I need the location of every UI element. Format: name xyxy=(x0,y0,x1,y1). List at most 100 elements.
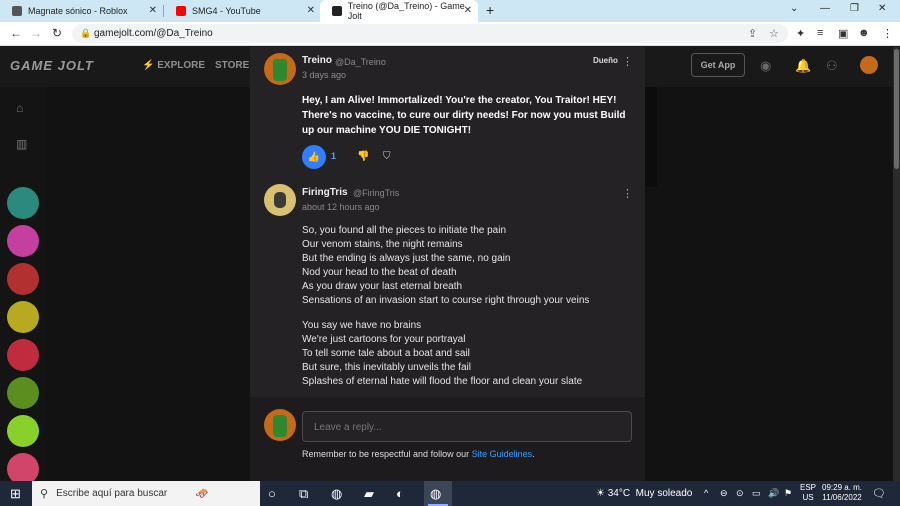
reply-timestamp[interactable]: about 12 hours ago xyxy=(302,202,380,212)
gamejolt-page: GAME JOLT ⚡ EXPLORE STORE Get App ◉ 🔔 ⚇ … xyxy=(0,47,900,485)
reading-list-icon[interactable]: ≡ xyxy=(817,27,823,39)
nav-explore[interactable]: ⚡ EXPLORE xyxy=(142,60,205,71)
reply-line: We're just cartoons for your portrayal xyxy=(302,334,466,345)
close-window-icon[interactable]: ✕ xyxy=(878,3,886,14)
edge-icon[interactable]: ◐ xyxy=(396,486,404,501)
composer-avatar xyxy=(264,409,296,441)
guidelines-note: Remember to be respectful and follow our… xyxy=(302,449,535,459)
side-panel-icon[interactable]: ▣ xyxy=(838,27,848,40)
input-language[interactable]: ESP US xyxy=(800,483,816,503)
reply-author-avatar[interactable] xyxy=(264,184,296,216)
forward-icon[interactable]: → xyxy=(30,26,42,40)
battery-icon[interactable]: ▭ xyxy=(752,488,761,499)
keyboard-layout: US xyxy=(802,493,814,502)
friends-icon[interactable]: ⚇ xyxy=(826,58,838,74)
tab-gamejolt[interactable]: Treino (@Da_Treino) - Game Jolt ✕ xyxy=(320,0,478,22)
weather-widget[interactable]: ☀ 34°C Muy soleado xyxy=(596,488,692,499)
tab-roblox[interactable]: Magnate sónico - Roblox ✕ xyxy=(0,0,163,22)
author-avatar[interactable] xyxy=(264,53,296,85)
bookmark-star-icon[interactable]: ☆ xyxy=(769,27,779,40)
community-icon[interactable] xyxy=(7,415,39,447)
reply-line: As you draw your last eternal breath xyxy=(302,281,463,292)
weather-text: Muy soleado xyxy=(635,488,693,499)
chrome-active-icon[interactable]: ◍ xyxy=(430,486,441,502)
system-clock[interactable]: 09:29 a. m. 11/06/2022 xyxy=(822,483,862,503)
address-toolbar: ← → ↻ 🔒 gamejolt.com/@Da_Treino ⇪ ☆ ✦ ≡ … xyxy=(0,22,900,46)
search-icon: ⚲ xyxy=(40,488,49,500)
reply-input[interactable]: Leave a reply... xyxy=(302,411,632,442)
share-icon[interactable]: ⇪ xyxy=(748,27,757,40)
file-explorer-icon[interactable]: ▰ xyxy=(364,486,374,502)
url-text[interactable]: gamejolt.com/@Da_Treino xyxy=(94,28,213,39)
community-icon[interactable] xyxy=(7,263,39,295)
close-tab-icon[interactable]: ✕ xyxy=(464,5,472,16)
community-icon[interactable] xyxy=(7,339,39,371)
extensions-icon[interactable]: ✦ xyxy=(796,27,805,40)
avatar-figure xyxy=(273,59,287,81)
site-guidelines-link[interactable]: Site Guidelines xyxy=(472,449,533,459)
user-avatar-icon[interactable] xyxy=(860,56,878,74)
like-count[interactable]: 1 xyxy=(331,151,336,161)
reply-author-handle[interactable]: @FiringTris xyxy=(353,188,399,198)
tab-youtube[interactable]: SMG4 - YouTube ✕ xyxy=(164,0,321,22)
nav-store[interactable]: STORE xyxy=(215,60,249,71)
new-tab-icon[interactable]: + xyxy=(486,2,494,18)
collections-icon[interactable]: ▥ xyxy=(16,137,27,151)
tab-search-icon[interactable]: ⌄ xyxy=(790,3,798,14)
scrollbar-thumb[interactable] xyxy=(894,49,899,169)
library-icon[interactable]: ⌂ xyxy=(16,101,23,115)
post-author-name[interactable]: Treino xyxy=(302,55,332,66)
post-timestamp[interactable]: 3 days ago xyxy=(302,70,346,80)
back-icon[interactable]: ← xyxy=(10,26,22,40)
reply-line: But sure, this inevitably unveils the fa… xyxy=(302,362,471,373)
tab-title: Magnate sónico - Roblox xyxy=(28,6,128,16)
volume-icon[interactable]: 🔊 xyxy=(768,488,779,499)
chrome-icon[interactable]: ◍ xyxy=(331,486,342,502)
tray-app-icon[interactable]: ⊙ xyxy=(736,488,744,499)
restore-icon[interactable]: ❐ xyxy=(850,3,859,14)
reply-line: So, you found all the pieces to initiate… xyxy=(302,225,507,236)
community-icon[interactable] xyxy=(7,187,39,219)
task-view-icon[interactable]: ⧉ xyxy=(299,486,308,502)
profile-avatar-icon[interactable]: ☻ xyxy=(858,27,870,39)
temperature: 34°C xyxy=(607,488,631,499)
tray-overflow-icon[interactable]: ^ xyxy=(704,488,708,498)
community-icon[interactable] xyxy=(7,377,39,409)
notification-center-icon[interactable]: 🗨 xyxy=(872,487,886,500)
like-button[interactable]: 👍 xyxy=(302,145,326,169)
search-placeholder: Escribe aquí para buscar xyxy=(56,488,168,499)
gamejolt-logo[interactable]: GAME JOLT xyxy=(10,58,94,73)
community-icon[interactable] xyxy=(7,301,39,333)
close-tab-icon[interactable]: ✕ xyxy=(307,5,315,16)
tab-title: SMG4 - YouTube xyxy=(192,6,261,16)
network-icon[interactable]: ⚑ xyxy=(784,488,792,499)
notifications-bell-icon[interactable]: 🔔 xyxy=(795,58,811,74)
search-highlight-icon[interactable]: 🛷 xyxy=(195,487,209,500)
reply-more-icon[interactable]: ⋮ xyxy=(622,187,633,200)
menu-kebab-icon[interactable]: ⋮ xyxy=(882,27,893,40)
reply-line: Our venom stains, the night remains xyxy=(302,239,463,250)
windows-start-icon[interactable]: ⊞ xyxy=(10,486,21,502)
community-icon[interactable] xyxy=(7,225,39,257)
left-sidebar: ⌂ ▥ xyxy=(0,87,46,485)
reply-line: To tell some tale about a boat and sail xyxy=(302,348,470,359)
dislike-icon[interactable]: 👎 xyxy=(357,151,369,162)
get-app-button[interactable]: Get App xyxy=(691,53,745,77)
reply-line: Nod your head to the beat of death xyxy=(302,267,457,278)
taskbar-search[interactable]: ⚲ Escribe aquí para buscar 🛷 xyxy=(32,481,260,506)
reload-icon[interactable]: ↻ xyxy=(52,26,62,40)
lock-icon: 🔒 xyxy=(80,28,92,38)
tab-title: Treino (@Da_Treino) - Game Jolt xyxy=(347,1,465,21)
quest-icon[interactable]: ◉ xyxy=(760,58,771,74)
close-tab-icon[interactable]: ✕ xyxy=(149,5,157,16)
omnibox[interactable]: 🔒 gamejolt.com/@Da_Treino ⇪ ☆ xyxy=(72,24,788,43)
post-more-icon[interactable]: ⋮ xyxy=(622,55,633,68)
post-author-handle[interactable]: @Da_Treino xyxy=(335,57,386,67)
reply-author-name[interactable]: FiringTris xyxy=(302,187,348,198)
minimize-icon[interactable]: — xyxy=(820,3,830,14)
award-icon[interactable]: ⛉ xyxy=(383,151,391,162)
cortana-icon[interactable]: ○ xyxy=(268,486,276,501)
right-panel xyxy=(645,87,657,187)
gamejolt-favicon-icon xyxy=(332,6,342,16)
tray-app-icon[interactable]: ⊖ xyxy=(720,488,728,499)
